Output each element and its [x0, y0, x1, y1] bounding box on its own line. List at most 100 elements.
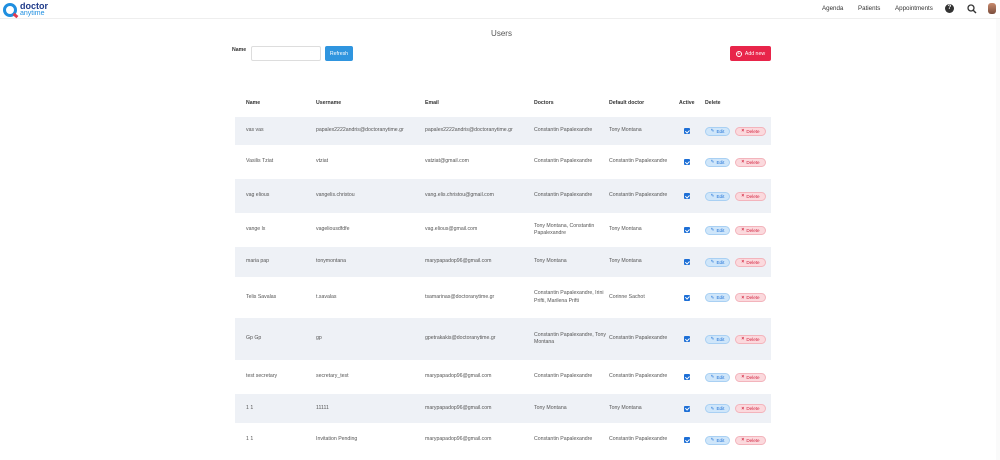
logo-text: doctor anytime [20, 1, 48, 17]
pencil-icon: ✎ [710, 294, 715, 300]
delete-button[interactable]: × Delete [735, 372, 766, 382]
delete-button[interactable]: × Delete [735, 404, 766, 413]
header-email[interactable]: Email [425, 100, 533, 108]
name-filter-input[interactable] [251, 46, 321, 61]
header-name[interactable]: Name [246, 100, 311, 108]
cell-actions: ✎ Edit × Delete [705, 247, 771, 277]
edit-button[interactable]: ✎ Edit [705, 334, 730, 344]
active-checkbox[interactable] [684, 437, 690, 443]
cell-actions: ✎ Edit × Delete [705, 277, 771, 318]
close-icon: × [741, 336, 745, 342]
cell-name: vas vas [246, 127, 264, 134]
brand-logo[interactable]: doctor anytime [3, 1, 48, 18]
cell-name: test secretary [246, 373, 278, 380]
cell-email: marypapadop96@gmail.com [425, 404, 492, 411]
logo-mark-icon [3, 2, 17, 17]
cell-active [679, 394, 699, 423]
nav-appointments[interactable]: Appointments [895, 5, 933, 12]
cell-active [679, 247, 699, 277]
cell-name: 1 1 [246, 404, 254, 411]
delete-button[interactable]: × Delete [735, 126, 766, 136]
search-icon[interactable] [967, 4, 977, 14]
edit-button[interactable]: ✎ Edit [705, 191, 730, 201]
cell-default-doctor: Tony Montana [609, 226, 642, 233]
cell-username: vangelis.christou [316, 192, 355, 199]
cell-username: t.savalas [316, 293, 337, 300]
cell-username: 11111 [316, 404, 329, 411]
delete-button[interactable]: × Delete [735, 257, 766, 267]
cell-username: gp [316, 335, 322, 342]
question-circle-icon[interactable]: ? [945, 4, 954, 13]
table-row: Vasilis Tziat vtziat vatziat@gmail.com Cons… [235, 145, 771, 179]
pencil-icon: ✎ [710, 437, 715, 442]
cell-doctors: Constantin Papalexandre [534, 373, 593, 380]
edit-button[interactable]: ✎ Edit [705, 257, 730, 267]
cell-name: Gp Gp [246, 335, 262, 342]
delete-button[interactable]: × Delete [735, 157, 766, 167]
table-row: Telis Savalas t.savalas tsamarinas@doctora… [235, 277, 771, 318]
cell-username: vtziat [316, 158, 329, 165]
edit-button[interactable]: ✎ Edit [705, 293, 730, 302]
edit-button[interactable]: ✎ Edit [705, 404, 730, 413]
add-new-button[interactable]: + Add new [730, 46, 771, 61]
cell-email: vatziat@gmail.com [425, 158, 469, 165]
cell-active [679, 318, 699, 360]
cell-doctors: Constantin Papalexandre [534, 192, 593, 199]
delete-button[interactable]: × Delete [735, 334, 766, 344]
active-checkbox[interactable] [684, 405, 690, 412]
refresh-button[interactable]: Refresh [325, 46, 353, 61]
delete-label: Delete [746, 406, 760, 411]
cell-email: gpetrakakis@doctoranytime.gr [425, 335, 496, 342]
close-icon: × [741, 259, 745, 265]
edit-button[interactable]: ✎ Edit [705, 126, 730, 136]
delete-label: Delete [746, 193, 760, 199]
close-icon: × [741, 437, 745, 443]
edit-label: Edit [716, 406, 725, 411]
active-checkbox[interactable] [684, 336, 690, 342]
edit-label: Edit [716, 336, 725, 342]
cell-email: marypapadop96@gmail.com [425, 373, 492, 380]
pencil-icon: ✎ [710, 193, 715, 198]
edit-button[interactable]: ✎ Edit [705, 435, 730, 445]
active-checkbox[interactable] [684, 374, 690, 380]
cell-email: tsamarinas@doctoranytime.gr [425, 293, 495, 300]
active-checkbox[interactable] [684, 259, 690, 265]
cell-default-doctor: Constantin Papalexandre [609, 158, 668, 165]
table-header-row: Name Username Email Doctors Default doct… [235, 96, 771, 112]
active-checkbox[interactable] [684, 128, 690, 134]
delete-label: Delete [746, 437, 760, 443]
edit-button[interactable]: ✎ Edit [705, 372, 730, 382]
active-checkbox[interactable] [684, 227, 690, 233]
table-row: vag elious vangelis.christou vang.elis.chr… [235, 179, 771, 213]
active-checkbox[interactable] [684, 294, 690, 301]
delete-button[interactable]: × Delete [735, 293, 766, 302]
cell-username: tonymontana [316, 258, 346, 265]
cell-email: papalex2222andris@doctoranytime.gr [425, 127, 513, 134]
edit-button[interactable]: ✎ Edit [705, 157, 730, 167]
header-active: Active [679, 100, 695, 107]
table-row: vange lx vageliousdfdfe vag.elious@gmail.c… [235, 213, 771, 247]
delete-button[interactable]: × Delete [735, 225, 766, 235]
active-checkbox[interactable] [684, 193, 690, 199]
pencil-icon: ✎ [710, 374, 715, 379]
edit-button[interactable]: ✎ Edit [705, 225, 730, 235]
table-row: maria pap tonymontana marypapadop96@gmail.… [235, 247, 771, 277]
cell-actions: ✎ Edit × Delete [705, 213, 771, 247]
header-username[interactable]: Username [316, 100, 424, 108]
active-checkbox[interactable] [684, 159, 690, 165]
delete-button[interactable]: × Delete [735, 191, 766, 201]
avatar[interactable] [988, 3, 996, 14]
cell-default-doctor: Tony Montana [609, 258, 642, 265]
close-icon: × [741, 294, 745, 301]
delete-button[interactable]: × Delete [735, 435, 766, 445]
cell-default-doctor: Constantin Papalexandre [609, 373, 668, 380]
nav-patients[interactable]: Patients [858, 5, 880, 12]
cell-default-doctor: Tony Montana [609, 127, 642, 134]
scrollbar[interactable] [996, 19, 1000, 460]
nav-agenda[interactable]: Agenda [822, 5, 843, 12]
pencil-icon: ✎ [710, 259, 715, 264]
cell-email: vag.elious@gmail.com [425, 226, 478, 233]
close-icon: × [741, 193, 745, 199]
cell-active [679, 117, 699, 145]
cell-name: vag elious [246, 192, 270, 199]
